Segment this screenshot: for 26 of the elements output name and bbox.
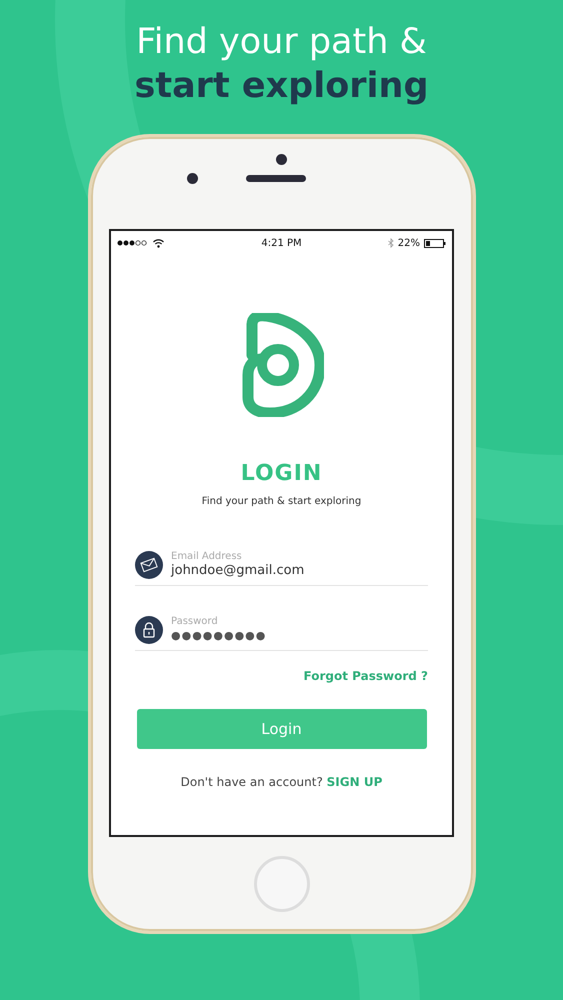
subtitle: Find your path & start exploring [200, 495, 362, 509]
input-field[interactable]: Password ●●●●●●●●● [135, 616, 428, 651]
wifi-icon [153, 238, 164, 248]
speaker-icon [246, 175, 306, 182]
forgot-password-link[interactable]: Forgot Password ? [304, 667, 428, 685]
field-value: ●●●●●●●●● [171, 628, 268, 644]
envelope-icon [135, 551, 163, 579]
status-time: 4:21 PM [261, 236, 302, 250]
signal-icon [117, 240, 149, 246]
bluetooth-icon [388, 238, 394, 248]
battery-percent: 22% [398, 236, 420, 250]
logo-icon [240, 313, 324, 417]
signup-prompt: Don't have an account? [180, 775, 323, 789]
lock-icon [135, 616, 163, 644]
headline: start exploring [134, 65, 430, 108]
battery-icon [424, 238, 446, 248]
field-value: johndoe@gmail.com [171, 563, 306, 579]
field-label: Password [171, 616, 219, 628]
sign-up-link[interactable]: SIGN UP [326, 775, 382, 789]
login-button[interactable]: Login [136, 709, 426, 749]
login-title: LOGIN [240, 460, 324, 488]
camera-icon [276, 154, 287, 165]
headline: Find your path & [135, 21, 428, 64]
camera-icon [187, 173, 198, 184]
input-field[interactable]: Email Address johndoe@gmail.com [135, 551, 428, 586]
field-label: Email Address [171, 551, 243, 563]
